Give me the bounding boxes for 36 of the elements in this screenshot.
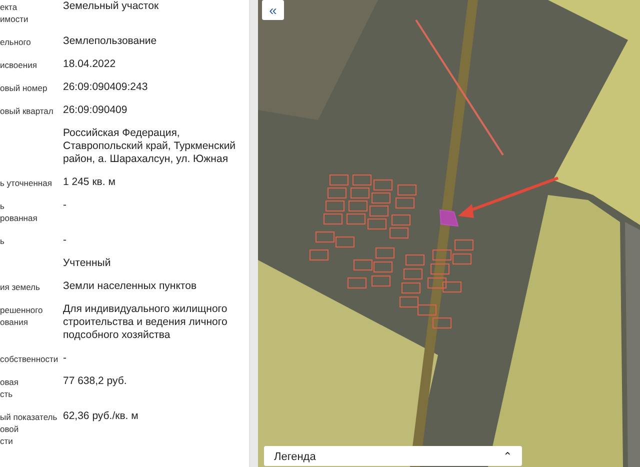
field-value: Учтенный xyxy=(63,257,111,270)
field-label: ь xyxy=(0,201,4,211)
field-value: 1 245 кв. м xyxy=(63,176,116,189)
field-value: Земли населенных пунктов xyxy=(63,280,197,293)
field-value: - xyxy=(63,352,66,365)
field-label: ования xyxy=(0,317,28,327)
field-label: ельного xyxy=(0,37,31,47)
field-value: - xyxy=(63,234,66,247)
collapse-button[interactable]: « xyxy=(262,0,284,20)
field-label: ь xyxy=(0,236,4,246)
field-label: овая xyxy=(0,377,18,387)
field-label: собственности xyxy=(0,354,58,364)
field-label: овый номер xyxy=(0,83,48,93)
field-label: имости xyxy=(0,14,28,24)
field-value: 62,36 руб./кв. м xyxy=(63,410,138,423)
field-value: 26:09:090409 xyxy=(63,104,128,117)
field-label: ь уточненная xyxy=(0,178,52,188)
field-value: Землепользование xyxy=(63,35,157,48)
field-value: - xyxy=(63,199,66,212)
field-value: Российская Федерация, Ставропольский край, Туркменский район, а. Шарахалсун, ул. Южная xyxy=(63,127,236,166)
field-label: ия земель xyxy=(0,282,40,292)
field-label: исвоения xyxy=(0,60,37,70)
field-label: рованная xyxy=(0,213,38,223)
field-value: Для индивидуального жилищного строительства и ведения личного подсобного хозяйства xyxy=(63,303,228,342)
field-label: овый квартал xyxy=(0,106,54,116)
field-label: екта xyxy=(0,2,18,12)
field-label: решенного xyxy=(0,305,43,315)
legend-title: Легенда xyxy=(274,450,316,465)
field-value: 26:09:090409:243 xyxy=(63,81,148,94)
field-label: сть xyxy=(0,389,13,399)
field-label: ый показатель xyxy=(0,412,58,422)
field-value: 77 638,2 руб. xyxy=(63,375,127,388)
field-label: овой xyxy=(0,424,19,434)
field-label: сти xyxy=(0,436,13,446)
field-value: 18.04.2022 xyxy=(63,58,116,71)
field-value: Земельный участок xyxy=(63,0,159,13)
